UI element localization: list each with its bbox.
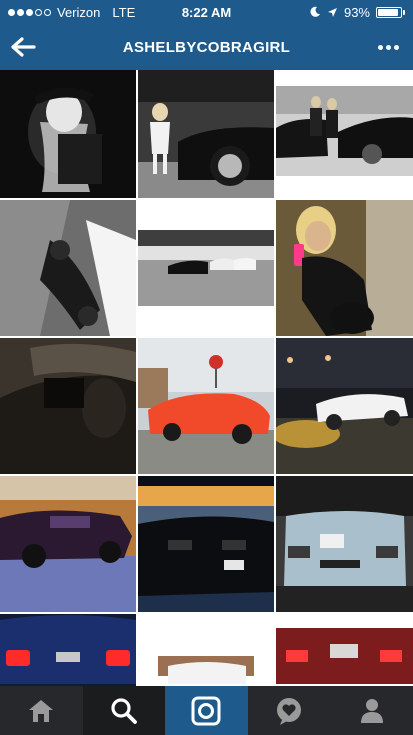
photo-cars-parking-deck[interactable] <box>138 200 274 336</box>
tab-camera[interactable] <box>165 686 248 735</box>
search-icon <box>111 697 137 724</box>
photo-purple-mustang-snow[interactable] <box>0 476 136 612</box>
carrier-label: Verizon <box>57 4 101 20</box>
photo-mustang-taillights[interactable] <box>0 614 136 686</box>
status-right: 93% <box>309 5 405 20</box>
profile-username-title: ASHELBYCOBRAGIRL <box>122 38 291 56</box>
status-left: Verizon LTE <box>8 5 135 20</box>
battery-percent: 93% <box>343 4 370 20</box>
bottom-tab-bar <box>0 686 413 735</box>
photo-grid-inner <box>0 70 413 686</box>
tab-activity[interactable] <box>248 686 331 735</box>
back-arrow-icon <box>11 37 36 57</box>
tab-profile[interactable] <box>330 686 413 735</box>
photo-woman-white-dress-mustang[interactable] <box>138 70 274 198</box>
network-label: LTE <box>112 4 136 20</box>
photo-orange-mustang[interactable] <box>138 338 274 474</box>
signal-strength-icon <box>8 8 51 16</box>
battery-icon <box>376 6 405 18</box>
tab-home[interactable] <box>0 686 83 735</box>
photo-black-mustang-sunset[interactable] <box>138 476 274 612</box>
camera-icon <box>191 696 221 725</box>
more-options-button[interactable] <box>369 33 399 61</box>
status-bar: Verizon LTE 8:22 AM 93% <box>0 0 413 24</box>
photo-woman-black-hat[interactable] <box>0 70 136 198</box>
back-button[interactable] <box>10 33 40 61</box>
photo-mustang-parking-garage-tilted[interactable] <box>0 200 136 336</box>
moon-icon <box>310 6 320 17</box>
tab-search[interactable] <box>82 686 166 735</box>
nav-bar: ASHELBYCOBRAGIRL <box>0 24 413 70</box>
photo-mustang-closeup-dark[interactable] <box>0 338 136 474</box>
location-arrow-icon <box>327 7 337 17</box>
photo-two-women-black-mustangs[interactable] <box>276 70 413 198</box>
photo-red-mustang-rear[interactable] <box>276 614 413 686</box>
status-time: 8:22 AM <box>181 4 232 20</box>
heart-bubble-icon <box>277 697 302 725</box>
photo-silver-cobra-rear[interactable] <box>276 476 413 612</box>
photo-white-cobra-night[interactable] <box>276 338 413 474</box>
photo-woman-selfie-pink-phone[interactable] <box>276 200 413 336</box>
home-icon <box>29 699 54 722</box>
profile-icon <box>360 698 383 723</box>
photo-white-car-building[interactable] <box>138 614 274 686</box>
photo-grid[interactable] <box>0 70 413 686</box>
